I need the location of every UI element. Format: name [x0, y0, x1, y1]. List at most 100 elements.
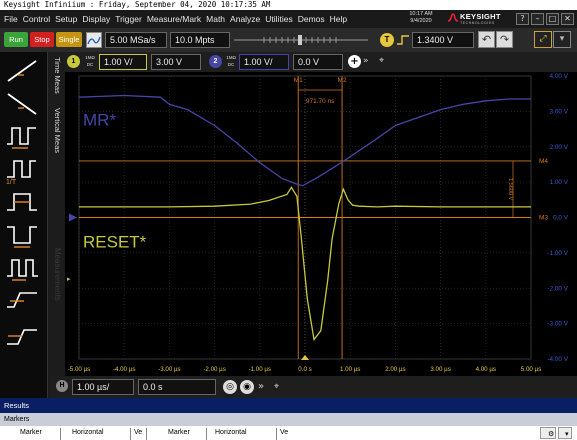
channel-bar: 1 1MΩ DC 1.00 V/ 3.00 V 2 1MΩ DC 1.00 V/…: [65, 52, 577, 72]
pin-icon: ⌖: [379, 56, 385, 66]
maximize-button[interactable]: □: [546, 13, 559, 25]
ch1-scale-field[interactable]: 1.00 V/: [99, 54, 147, 70]
menu-demos[interactable]: Demos: [298, 10, 325, 28]
horizontal-mode-button[interactable]: ◉: [240, 380, 254, 394]
x-tick-label: -3.00 µs: [158, 366, 180, 373]
tool-setup-time[interactable]: [4, 320, 42, 350]
trigger-badge[interactable]: T: [380, 33, 394, 47]
tool-fall-time[interactable]: [4, 89, 42, 119]
oscilloscope-window: Keysight Infiniium : Friday, September 0…: [0, 0, 577, 440]
y-tick-label: 0.0 V: [553, 215, 569, 222]
menu-display[interactable]: Display: [82, 10, 110, 28]
close-button[interactable]: ✕: [561, 13, 574, 25]
ch2-coupling[interactable]: 1MΩ DC: [224, 54, 238, 70]
single-button[interactable]: Single: [56, 32, 82, 47]
y-tick-label: 1.00 V: [550, 179, 569, 186]
menu-bar: File Control Setup Display Trigger Measu…: [0, 10, 577, 28]
y-tick-label: -3.00 V: [547, 321, 568, 328]
ch1-dc: DC: [86, 62, 94, 67]
tab-time-meas[interactable]: Time Meas: [49, 56, 65, 94]
tab-vertical-meas[interactable]: Vertical Meas: [49, 100, 65, 162]
memory-depth-field[interactable]: 10.0 Mpts: [170, 32, 230, 48]
tab-measurements[interactable]: Measurements: [49, 232, 65, 316]
stop-button[interactable]: Stop: [30, 32, 54, 47]
menu-math[interactable]: Math: [206, 10, 225, 28]
horizontal-more-button[interactable]: »: [258, 380, 264, 394]
timebase-position-field[interactable]: 0.0 s: [138, 379, 216, 395]
autoscale-button[interactable]: [86, 32, 102, 48]
duty-cycle-icon: [7, 259, 38, 281]
clock-time: 10:17 AM: [409, 11, 433, 17]
horizontal-reference-button[interactable]: ◎: [223, 380, 237, 394]
results-menu-button[interactable]: ▾: [558, 427, 572, 439]
y-tick-label: -4.00 V: [547, 356, 568, 363]
tool-duty-cycle[interactable]: [4, 254, 42, 284]
gear-icon: ⚙: [548, 431, 555, 438]
menu-control[interactable]: Control: [23, 10, 50, 28]
sample-rate-field[interactable]: 5.00 MSa/s: [105, 32, 167, 48]
x-tick-label: 4.00 µs: [476, 366, 496, 373]
zoom-button[interactable]: ⤢: [534, 31, 552, 48]
tool-negative-width[interactable]: [4, 221, 42, 251]
col-marker-1: Marker: [20, 429, 42, 436]
trigger-level-field[interactable]: 1.3400 V: [412, 32, 474, 48]
pin-button[interactable]: ⌖: [379, 55, 384, 68]
col-vertical-1: Ve: [134, 429, 143, 436]
ch2-impedance: 1MΩ: [226, 55, 236, 60]
rise-time-icon: [7, 60, 37, 82]
tool-delta-time[interactable]: [4, 287, 42, 317]
results-panel: Results Markers Marker Horizontal Ve Mar…: [0, 398, 577, 440]
x-tick-label: -5.00 µs: [68, 366, 90, 373]
horizontal-badge[interactable]: H: [56, 380, 68, 392]
trigger-edge-icon[interactable]: [396, 34, 410, 46]
tool-frequency[interactable]: 1/T: [4, 155, 42, 186]
ch2-scale-field[interactable]: 1.00 V/: [239, 54, 289, 70]
run-button[interactable]: Run: [4, 32, 28, 47]
ch1-coupling[interactable]: 1MΩ DC: [83, 54, 97, 70]
results-settings-button[interactable]: ⚙: [540, 427, 556, 439]
toolbar: Run Stop Single 5.00 MSa/s 10.0 Mpts T 1…: [0, 28, 577, 52]
clock-date: 9/4/2020: [410, 18, 432, 24]
x-tick-label: 3.00 µs: [430, 366, 450, 373]
horizontal-pin-button[interactable]: ⌖: [274, 380, 279, 394]
delta-t-label: 971.70 ns: [306, 98, 335, 105]
undo-button[interactable]: ↶: [478, 31, 495, 48]
ch1-impedance: 1MΩ: [85, 55, 95, 60]
ch1-badge[interactable]: 1: [67, 55, 80, 68]
waveform-plot[interactable]: -5.00 µs -4.00 µs -3.00 µs -2.00 µs -1.00 µs…: [65, 72, 577, 376]
menu-analyze[interactable]: Analyze: [230, 10, 260, 28]
panel-menu-button[interactable]: ▾: [553, 31, 571, 48]
chevron-down-icon: ▾: [565, 431, 569, 438]
tool-rise-time[interactable]: [4, 56, 42, 86]
x-tick-label: 2.00 µs: [385, 366, 405, 373]
double-chevron-right-icon: »: [363, 56, 369, 66]
redo-button[interactable]: ↷: [496, 31, 513, 48]
chevron-down-icon: ▾: [559, 34, 565, 44]
ch2-badge[interactable]: 2: [209, 55, 222, 68]
y-tick-label: 4.00 V: [550, 73, 569, 80]
y-tick-label: -1.00 V: [547, 250, 568, 257]
menu-setup[interactable]: Setup: [55, 10, 77, 28]
menu-trigger[interactable]: Trigger: [115, 10, 142, 28]
tab-markers[interactable]: Markers: [4, 413, 29, 426]
clock: 10:17 AM 9/4/2020: [402, 11, 440, 25]
ch1-offset-field[interactable]: 3.00 V: [151, 54, 201, 70]
help-window-button[interactable]: ?: [516, 13, 529, 25]
ch2-offset-field[interactable]: 0.0 V: [293, 54, 343, 70]
more-channels-button[interactable]: »: [363, 55, 369, 68]
menu-file[interactable]: File: [4, 10, 18, 28]
waveform-display[interactable]: -5.00 µs -4.00 µs -3.00 µs -2.00 µs -1.00 µs…: [65, 72, 577, 376]
timebase-position-slider[interactable]: [234, 34, 368, 46]
menu-utilities[interactable]: Utilities: [265, 10, 292, 28]
timebase-scale-field[interactable]: 1.00 µs/: [72, 379, 134, 395]
minimize-button[interactable]: –: [531, 13, 544, 25]
tool-period[interactable]: [4, 122, 42, 152]
col-horizontal-1: Horizontal: [72, 429, 104, 436]
add-channel-button[interactable]: +: [348, 55, 361, 68]
menu-help[interactable]: Help: [330, 10, 347, 28]
tool-positive-width[interactable]: [4, 188, 42, 218]
ch2-dc: DC: [227, 62, 235, 67]
double-chevron-right-icon: »: [258, 381, 265, 392]
results-title: Results: [4, 401, 30, 410]
menu-measure-mark[interactable]: Measure/Mark: [147, 10, 201, 28]
